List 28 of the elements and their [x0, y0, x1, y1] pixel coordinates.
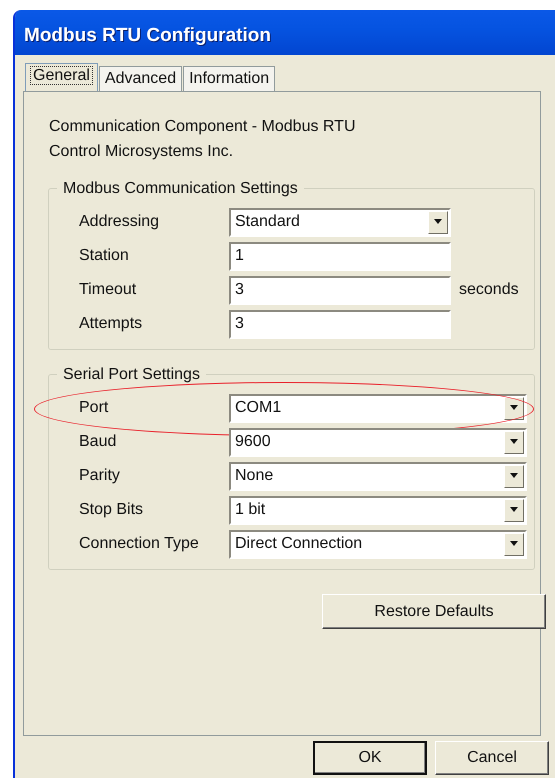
field-label: Attempts: [79, 314, 144, 334]
field-label: Port: [79, 398, 110, 418]
field-label: Stop Bits: [79, 500, 144, 520]
field-label: Baud: [79, 432, 118, 452]
dropdown-field[interactable]: 1 bit: [229, 496, 527, 524]
window-title: Modbus RTU Configuration: [15, 10, 555, 55]
field-label: Parity: [79, 466, 121, 486]
dropdown-field[interactable]: Standard: [229, 208, 451, 236]
field-label: Station: [79, 246, 130, 266]
dropdown-field[interactable]: COM1: [229, 394, 527, 422]
description-text: Communication Component - Modbus RTU: [49, 117, 356, 137]
tab[interactable]: Information: [183, 66, 276, 91]
dialog-button[interactable]: OK: [313, 741, 427, 775]
input-field[interactable]: 3: [229, 276, 451, 304]
dialog-button[interactable]: Cancel: [435, 741, 549, 775]
field-label: Addressing: [79, 212, 160, 232]
input-field[interactable]: 1: [229, 242, 451, 270]
unit-label: seconds: [459, 280, 519, 300]
tab[interactable]: Advanced: [98, 66, 182, 91]
description-text: Control Microsystems Inc.: [49, 142, 234, 162]
field-label: Connection Type: [79, 534, 200, 554]
dropdown-field[interactable]: None: [229, 462, 527, 490]
restore-defaults-button[interactable]: Restore Defaults: [322, 594, 546, 629]
tab[interactable]: General: [25, 63, 98, 91]
input-field[interactable]: 3: [229, 310, 451, 338]
field-label: Timeout: [79, 280, 138, 300]
dropdown-field[interactable]: Direct Connection: [229, 530, 527, 558]
dropdown-field[interactable]: 9600: [229, 428, 527, 456]
